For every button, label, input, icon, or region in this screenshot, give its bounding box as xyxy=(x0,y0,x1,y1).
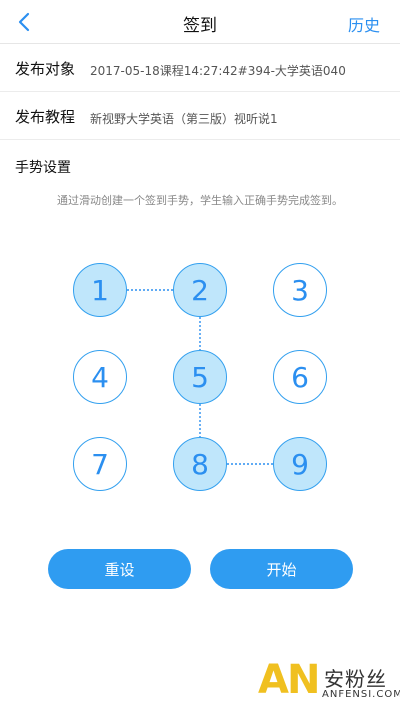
gesture-dot-8[interactable]: 8 xyxy=(173,437,227,491)
gesture-dot-4[interactable]: 4 xyxy=(73,350,127,404)
page-title: 签到 xyxy=(183,16,217,36)
publish-course-value: 新视野大学英语（第三版）视听说1 xyxy=(90,112,278,126)
gesture-dot-5[interactable]: 5 xyxy=(173,350,227,404)
gesture-hint: 通过滑动创建一个签到手势，学生输入正确手势完成签到。 xyxy=(57,194,343,207)
gesture-dot-3[interactable]: 3 xyxy=(273,263,327,317)
publish-target-label: 发布对象 xyxy=(15,60,76,78)
publish-target-value: 2017-05-18课程14:27:42#394-大学英语040 xyxy=(90,64,346,78)
watermark-en-text: ANFENSI.COM xyxy=(322,689,400,700)
gesture-dot-7[interactable]: 7 xyxy=(73,437,127,491)
publish-course-label: 发布教程 xyxy=(15,108,76,126)
gesture-dot-1[interactable]: 1 xyxy=(73,263,127,317)
publish-course-row: 发布教程 新视野大学英语（第三版）视听说1 xyxy=(0,92,400,140)
watermark-logo: AN 安粉丝 ANFENSI.COM xyxy=(258,657,400,709)
gesture-dot-2[interactable]: 2 xyxy=(173,263,227,317)
watermark-cn-text: 安粉丝 xyxy=(324,667,387,691)
gesture-dot-6[interactable]: 6 xyxy=(273,350,327,404)
watermark-an: AN xyxy=(258,657,320,703)
navbar: 签到 历史 xyxy=(0,0,400,44)
reset-button[interactable]: 重设 xyxy=(48,549,191,589)
gesture-settings-title: 手势设置 xyxy=(15,160,71,176)
publish-target-row: 发布对象 2017-05-18课程14:27:42#394-大学英语040 xyxy=(0,44,400,92)
gesture-dot-9[interactable]: 9 xyxy=(273,437,327,491)
start-button[interactable]: 开始 xyxy=(210,549,353,589)
history-button[interactable]: 历史 xyxy=(348,12,380,36)
